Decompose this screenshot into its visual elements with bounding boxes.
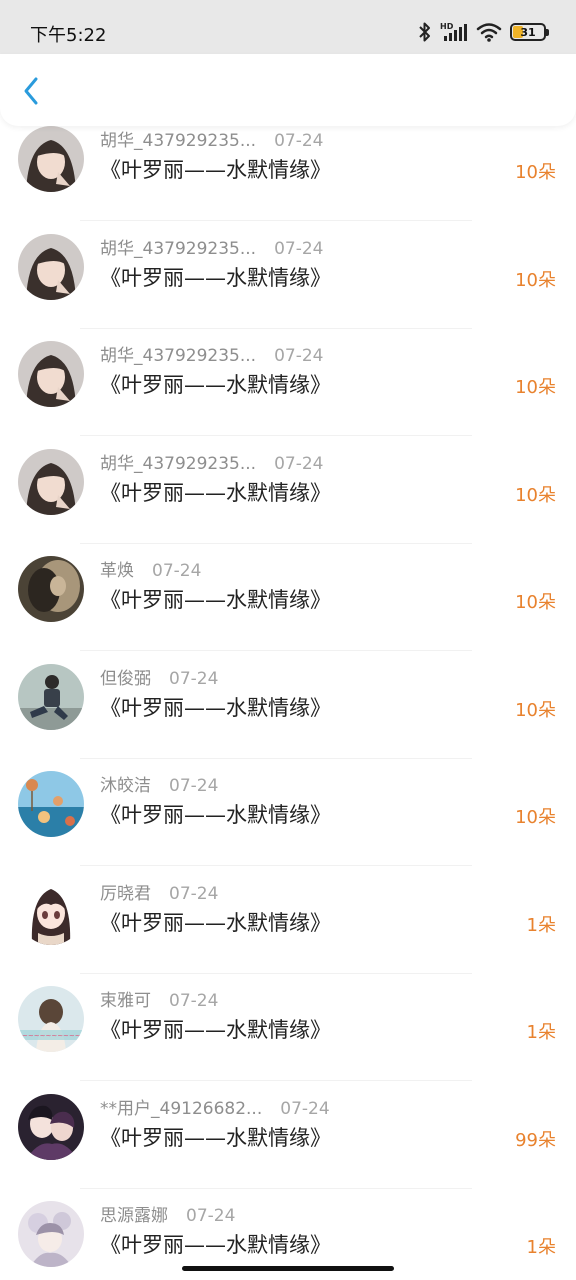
svg-text:~~~~~~~~~~~: ~~~~~~~~~~~: [22, 1032, 84, 1040]
work-title: 《叶罗丽——水默情缘》: [100, 695, 331, 720]
record-meta: 厉晓君 07-24: [100, 879, 218, 904]
work-title: 《叶罗丽——水默情缘》: [100, 588, 331, 612]
avatar[interactable]: [18, 878, 84, 945]
work-title: 《叶罗丽——水默情缘》: [100, 803, 331, 827]
flower-amount: 1朵: [526, 914, 556, 936]
record-date: 07-24: [274, 453, 324, 474]
user-name[interactable]: 厉晓君: [100, 879, 151, 904]
flower-amount: 1朵: [526, 1237, 556, 1258]
record-meta: 思源露娜 07-24: [100, 1201, 235, 1226]
record-date: 07-24: [186, 1206, 236, 1226]
record-date: 07-24: [280, 1098, 330, 1119]
record-date: 07-24: [274, 131, 324, 151]
record-meta: 胡华_437929235... 07-24: [100, 126, 323, 151]
user-name[interactable]: **用户_49126682...: [100, 1094, 262, 1119]
record-date: 07-24: [169, 776, 219, 796]
flower-amount: 10朵: [515, 592, 556, 613]
record-date: 07-24: [274, 346, 324, 366]
flower-amount: 10朵: [515, 699, 556, 721]
user-name[interactable]: 沐皎洁: [100, 771, 151, 796]
record-date: 07-24: [169, 991, 219, 1011]
nav-bar: [0, 54, 576, 126]
flower-amount: 10朵: [515, 269, 556, 291]
work-title: 《叶罗丽——水默情缘》: [100, 480, 331, 505]
work-title: 《叶罗丽——水默情缘》: [100, 265, 331, 290]
home-indicator: [182, 1266, 394, 1271]
flower-amount: 10朵: [515, 807, 556, 828]
record-row[interactable]: 胡华_437929235... 07-24 《叶罗丽——水默情缘》 10朵: [0, 329, 576, 436]
flower-amount: 10朵: [515, 484, 556, 506]
record-date: 07-24: [274, 238, 324, 259]
user-name[interactable]: 革焕: [100, 556, 134, 581]
record-row[interactable]: 胡华_437929235... 07-24 《叶罗丽——水默情缘》 10朵: [0, 114, 576, 221]
work-title: 《叶罗丽——水默情缘》: [100, 373, 331, 397]
user-name[interactable]: 但俊弼: [100, 664, 151, 689]
record-date: 07-24: [152, 561, 202, 581]
back-button[interactable]: [16, 76, 46, 106]
avatar[interactable]: [18, 126, 84, 192]
record-meta: 胡华_437929235... 07-24: [100, 234, 323, 259]
avatar[interactable]: ~~~~~~~~~~~: [18, 986, 84, 1052]
user-name[interactable]: 束雅可: [100, 986, 151, 1011]
user-name[interactable]: 胡华_437929235...: [100, 126, 256, 151]
flower-amount: 1朵: [526, 1022, 556, 1043]
chevron-left-icon: [24, 77, 38, 105]
work-title: 《叶罗丽——水默情缘》: [100, 910, 331, 935]
avatar[interactable]: [18, 448, 84, 515]
work-title: 《叶罗丽——水默情缘》: [100, 1233, 331, 1257]
user-name[interactable]: 胡华_437929235...: [100, 234, 256, 259]
record-row[interactable]: 革焕 07-24 《叶罗丽——水默情缘》 10朵: [0, 544, 576, 651]
record-row[interactable]: ~~~~~~~~~~~ 束雅可 07-24 《叶罗丽——水默情缘》 1朵: [0, 974, 576, 1081]
record-meta: 束雅可 07-24: [100, 986, 218, 1011]
record-row[interactable]: 胡华_437929235... 07-24 《叶罗丽——水默情缘》 10朵: [0, 437, 576, 544]
avatar[interactable]: [18, 1093, 84, 1160]
flower-amount: 10朵: [515, 377, 556, 398]
record-date: 07-24: [169, 883, 219, 904]
flower-amount: 99朵: [515, 1129, 556, 1151]
avatar[interactable]: [18, 556, 84, 622]
avatar[interactable]: [18, 1201, 84, 1267]
user-name[interactable]: 胡华_437929235...: [100, 341, 256, 366]
work-title: 《叶罗丽——水默情缘》: [100, 1125, 331, 1150]
record-meta: **用户_49126682... 07-24: [100, 1094, 330, 1119]
record-meta: 但俊弼 07-24: [100, 664, 218, 689]
avatar[interactable]: [18, 233, 84, 300]
record-row[interactable]: 沐皎洁 07-24 《叶罗丽——水默情缘》 10朵: [0, 759, 576, 866]
record-meta: 胡华_437929235... 07-24: [100, 341, 323, 366]
record-row[interactable]: 胡华_437929235... 07-24 《叶罗丽——水默情缘》 10朵: [0, 222, 576, 329]
work-title: 《叶罗丽——水默情缘》: [100, 1018, 331, 1042]
record-date: 07-24: [169, 668, 219, 689]
avatar[interactable]: [18, 341, 84, 407]
record-meta: 胡华_437929235... 07-24: [100, 449, 323, 474]
user-name[interactable]: 思源露娜: [100, 1201, 168, 1226]
avatar[interactable]: [18, 771, 84, 837]
user-name[interactable]: 胡华_437929235...: [100, 449, 256, 474]
work-title: 《叶罗丽——水默情缘》: [100, 158, 331, 182]
record-row[interactable]: 但俊弼 07-24 《叶罗丽——水默情缘》 10朵: [0, 652, 576, 759]
avatar[interactable]: [18, 663, 84, 730]
record-row[interactable]: 厉晓君 07-24 《叶罗丽——水默情缘》 1朵: [0, 867, 576, 974]
record-meta: 沐皎洁 07-24: [100, 771, 218, 796]
record-meta: 革焕 07-24: [100, 556, 201, 581]
flower-amount: 10朵: [515, 162, 556, 183]
gift-record-list: 胡华_437929235... 07-24 《叶罗丽——水默情缘》 10朵 胡华_437…: [0, 0, 576, 1280]
record-row[interactable]: **用户_49126682... 07-24 《叶罗丽——水默情缘》 99朵: [0, 1082, 576, 1189]
